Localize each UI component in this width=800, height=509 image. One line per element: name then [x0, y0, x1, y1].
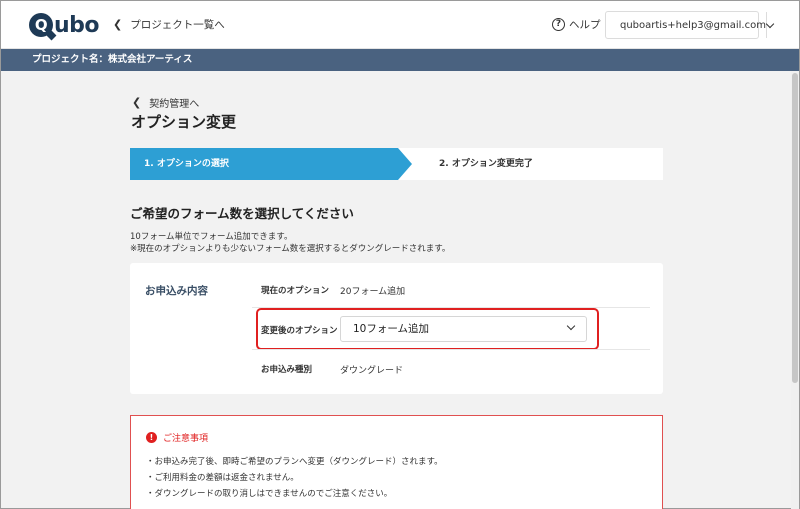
application-details-card: お申込み内容 現在のオプション 20フォーム追加 変更後のオプション 10フォー…: [130, 263, 663, 394]
downgrade-note: ※現在のオプションよりも少ないフォーム数を選択するとダウングレードされます。: [130, 244, 451, 254]
new-option-select[interactable]: 10フォーム追加: [340, 316, 587, 342]
question-circle-icon: ?: [552, 18, 565, 31]
description-text: 10フォーム単位でフォーム追加できます。: [130, 232, 293, 242]
step-select-option: 1. オプションの選択: [130, 148, 412, 180]
account-dropdown[interactable]: quboartis+help3@gmail.com: [605, 11, 775, 39]
back-to-projects-label: プロジェクト一覧へ: [130, 19, 225, 31]
logo-q-mark: Q: [29, 13, 53, 37]
chevron-left-icon: ❮: [113, 18, 123, 31]
notice-box: ! ご注意事項 ・お申込み完了後、即時ご希望のプランへ変更（ダウングレード）され…: [130, 415, 663, 509]
step-change-complete: 2. オプション変更完了: [439, 159, 533, 169]
chevron-left-icon: ❮: [132, 96, 142, 109]
project-name-bar: プロジェクト名：株式会社アーティス: [1, 49, 799, 71]
page-title: オプション変更: [131, 113, 237, 131]
page-scrollbar[interactable]: [791, 71, 799, 509]
qubo-logo[interactable]: Qubo: [29, 11, 100, 39]
card-label: お申込み内容: [145, 285, 208, 297]
chevron-down-icon: [566, 321, 576, 331]
alert-icon: !: [146, 432, 157, 443]
help-link[interactable]: ? ヘルプ: [552, 17, 601, 32]
new-option-selected-value: 10フォーム追加: [353, 323, 430, 335]
notice-item: ・ご利用料金の差額は返金されません。: [146, 473, 299, 483]
application-type-label: お申込み種別: [261, 365, 313, 375]
notice-item: ・ダウングレードの取り消しはできませんのでご注意ください。: [146, 489, 393, 499]
application-type-value: ダウングレード: [340, 366, 404, 376]
help-label: ヘルプ: [569, 19, 601, 31]
account-dropdown-toggle[interactable]: [765, 12, 775, 38]
new-option-label: 変更後のオプション: [261, 326, 338, 336]
row-divider: [252, 349, 650, 350]
current-option-value: 20フォーム追加: [340, 287, 406, 297]
back-to-contract-label: 契約管理へ: [149, 99, 200, 110]
notice-item: ・お申込み完了後、即時ご希望のプランへ変更（ダウングレード）されます。: [146, 457, 443, 467]
notice-header: ! ご注意事項: [146, 431, 208, 444]
chevron-down-icon: [765, 19, 775, 28]
app-header: Qubo ❮ プロジェクト一覧へ ? ヘルプ quboartis+help3@g…: [1, 1, 799, 49]
section-title: ご希望のフォーム数を選択してください: [130, 206, 354, 221]
back-to-projects-link[interactable]: ❮ プロジェクト一覧へ: [113, 17, 225, 32]
current-option-label: 現在のオプション: [261, 286, 330, 296]
notice-title: ご注意事項: [163, 434, 209, 444]
account-email: quboartis+help3@gmail.com: [620, 19, 766, 31]
back-to-contract-link[interactable]: ❮ 契約管理へ: [132, 95, 199, 110]
scrollbar-thumb[interactable]: [792, 73, 798, 383]
logo-text: ubo: [54, 12, 100, 38]
step-indicator: 1. オプションの選択 2. オプション変更完了: [130, 148, 663, 180]
